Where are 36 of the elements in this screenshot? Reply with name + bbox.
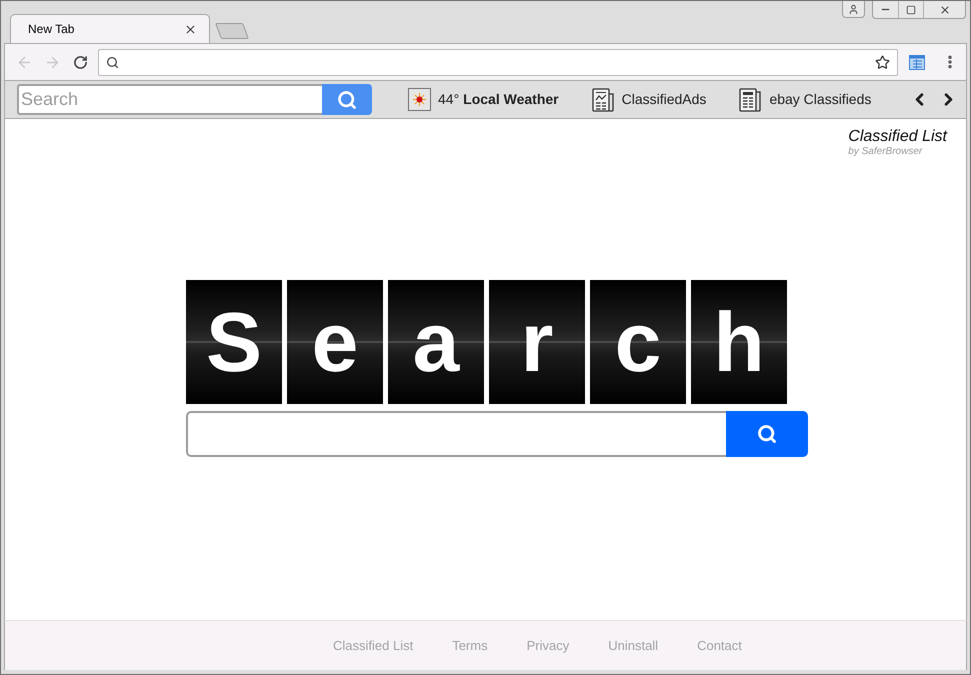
search-icon [757,424,777,444]
footer-link[interactable]: Terms [452,636,488,656]
footer-link[interactable]: Uninstall [608,636,658,656]
search-button[interactable] [322,84,372,115]
toolbar-link[interactable]: 44° Local Weather [408,88,559,111]
browser-tab[interactable]: New Tab [10,14,210,43]
footer-link[interactable]: Privacy [526,636,570,656]
letter-tile: h [691,280,787,404]
footer-link[interactable]: Contact [697,636,742,656]
brand-byline: by SaferBrowser [848,146,922,157]
search-button[interactable] [726,411,808,457]
reload-icon [72,54,88,70]
profile-button[interactable] [842,1,865,18]
star-icon[interactable] [875,54,890,70]
search-field[interactable]: Search [17,84,322,115]
brand-title: Classified List [848,128,947,146]
letter-tile: c [590,280,686,404]
address-field[interactable] [98,48,898,76]
letter-tile: r [489,280,585,404]
search-field[interactable] [186,411,726,457]
search-icon [337,90,357,110]
newspaper-icon [739,88,762,112]
close-icon [938,4,950,16]
letter-tile: e [287,280,383,404]
search-icon [106,56,119,68]
sun-icon [408,88,431,111]
newspaper-icon [592,88,615,112]
user-icon [848,4,859,14]
letter-tile: a [388,280,484,404]
toolbar-link[interactable]: ClassifiedAds [592,88,706,112]
extension-icon[interactable] [909,54,925,70]
footer-link[interactable]: Classified List [333,636,414,656]
maximize-icon [906,4,916,14]
close-icon[interactable] [184,22,197,36]
toolbar-link[interactable]: ebay Classifieds [739,88,872,112]
letter-tile: S [186,280,282,404]
